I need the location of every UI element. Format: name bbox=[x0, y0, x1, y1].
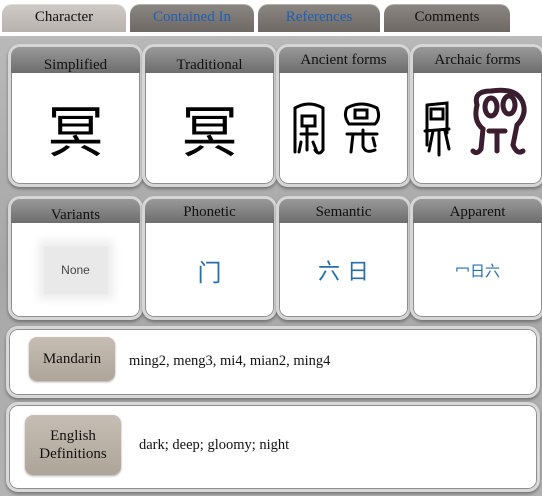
mandarin-bar: Mandarin ming2, meng3, mi4, mian2, ming4 bbox=[6, 326, 540, 398]
traditional-label: Traditional bbox=[145, 47, 274, 73]
semantic-label: Semantic bbox=[279, 199, 408, 223]
phonetic-card: Phonetic 门 bbox=[142, 196, 277, 320]
variants-none: None bbox=[43, 246, 108, 294]
tab-bar: Character Contained In References Commen… bbox=[0, 0, 542, 36]
semantic-components[interactable]: 六 日 bbox=[318, 254, 369, 286]
semantic-card: Semantic 六 日 bbox=[276, 196, 411, 320]
english-label-line1: English bbox=[50, 428, 96, 444]
archaic-forms-card: Archaic forms bbox=[410, 44, 542, 187]
ancient-forms-card: Ancient forms bbox=[276, 44, 411, 187]
mandarin-button[interactable]: Mandarin bbox=[29, 337, 115, 381]
english-definitions-button[interactable]: English Definitions bbox=[25, 415, 121, 475]
variants-label: Variants bbox=[11, 199, 140, 223]
tab-contained-in[interactable]: Contained In bbox=[130, 4, 254, 32]
phonetic-component[interactable]: 门 bbox=[198, 253, 222, 288]
apparent-label: Apparent bbox=[413, 199, 542, 223]
traditional-card: Traditional 冥 bbox=[142, 44, 277, 187]
simplified-char: 冥 bbox=[47, 101, 104, 166]
tab-comments[interactable]: Comments bbox=[384, 4, 510, 32]
traditional-char: 冥 bbox=[181, 101, 238, 166]
apparent-card: Apparent 冖日六 bbox=[410, 196, 542, 320]
english-bar: English Definitions dark; deep; gloomy; … bbox=[6, 402, 540, 492]
archaic-forms-label: Archaic forms bbox=[413, 47, 542, 73]
tab-character[interactable]: Character bbox=[2, 4, 126, 32]
english-label-line2: Definitions bbox=[39, 446, 107, 462]
tab-references[interactable]: References bbox=[258, 4, 380, 32]
ancient-forms-label: Ancient forms bbox=[279, 47, 408, 73]
simplified-label: Simplified bbox=[11, 47, 140, 73]
mandarin-readings: ming2, meng3, mi4, mian2, ming4 bbox=[129, 353, 331, 369]
phonetic-label: Phonetic bbox=[145, 199, 274, 223]
ancient-glyph-images bbox=[293, 102, 380, 154]
simplified-card: Simplified 冥 bbox=[8, 44, 143, 187]
english-definitions-text: dark; deep; gloomy; night bbox=[139, 437, 290, 453]
apparent-components[interactable]: 冖日六 bbox=[455, 260, 500, 281]
archaic-glyph-images bbox=[423, 87, 527, 156]
variants-card: Variants None bbox=[8, 196, 143, 320]
